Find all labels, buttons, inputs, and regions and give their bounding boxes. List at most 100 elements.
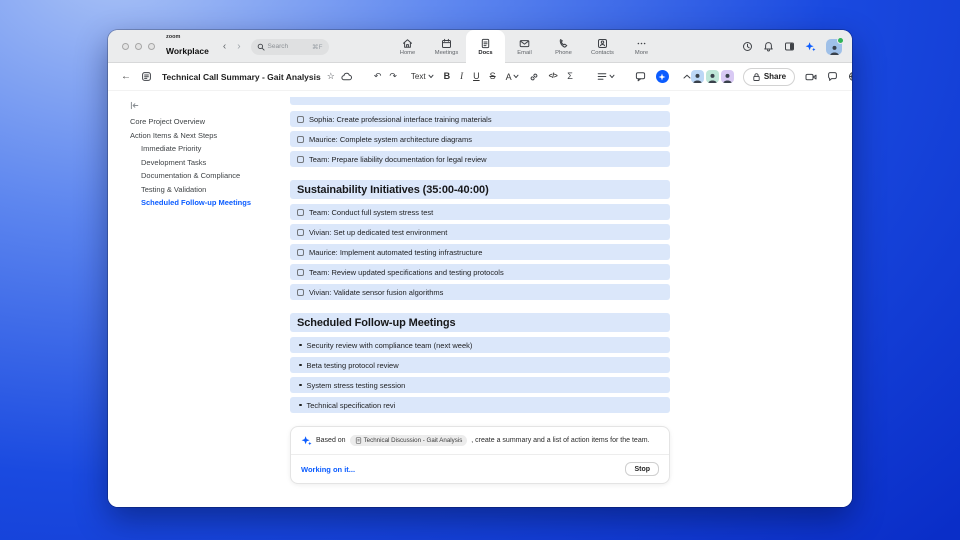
todo-row[interactable]: Vivian: Validate sensor fusion algorithm… [290, 284, 670, 300]
underline-button[interactable]: U [473, 72, 480, 81]
docs-home-icon[interactable] [141, 71, 152, 82]
bullet-row[interactable]: System stress testing session [290, 377, 670, 393]
collaborator-3-avatar[interactable] [720, 70, 734, 83]
minimize-window-button[interactable] [135, 43, 142, 50]
link-icon[interactable] [529, 72, 539, 82]
todo-row[interactable]: Team: Conduct full system stress test [290, 204, 670, 220]
bullet-row[interactable]: Beta testing protocol review [290, 357, 670, 373]
window-controls [108, 43, 155, 50]
todo-row[interactable]: Maurice: Complete system architecture di… [290, 131, 670, 147]
source-doc-chip[interactable]: Technical Discussion - Gait Analysis [349, 435, 468, 446]
tab-phone[interactable]: Phone [544, 30, 583, 63]
text-color-dropdown[interactable]: A [506, 72, 519, 82]
chevron-down-icon [428, 74, 434, 79]
outline-item[interactable]: Documentation & Compliance [130, 169, 280, 183]
todo-row[interactable]: Vivian: Set up dedicated test environmen… [290, 224, 670, 240]
close-window-button[interactable] [122, 43, 129, 50]
todo-row[interactable]: Sophia: Create professional interface tr… [290, 111, 670, 127]
checkbox-icon[interactable] [297, 248, 304, 256]
bold-button[interactable]: B [444, 72, 451, 81]
checkbox-icon[interactable] [297, 268, 304, 276]
partially-visible-row[interactable] [290, 97, 670, 105]
history-icon[interactable] [742, 41, 753, 52]
text-style-label: Text [410, 72, 426, 81]
collaborator-1-avatar[interactable] [690, 70, 704, 83]
sparkle-white-icon [658, 72, 666, 81]
share-label: Share [763, 72, 787, 81]
italic-button[interactable]: I [460, 72, 463, 81]
doc-content-area: Core Project Overview Action Items & Next… [108, 91, 852, 507]
heading-row[interactable]: Sustainability Initiatives (35:00-40:00) [290, 180, 670, 199]
checkbox-icon[interactable] [297, 228, 304, 236]
more-icon [636, 38, 647, 49]
ai-prompt-row: Based on Technical Discussion - Gait Ana… [291, 427, 669, 454]
lock-icon [752, 72, 761, 82]
sidebar-toggle-icon[interactable] [784, 41, 795, 52]
code-button[interactable]: </> [549, 73, 558, 80]
tab-more[interactable]: More [622, 30, 661, 63]
tab-docs[interactable]: Docs [466, 30, 505, 63]
app-titlebar: zoom Workplace ‹ › Search ⌘F Home Meeting… [108, 30, 852, 63]
nav-forward-icon[interactable]: › [237, 41, 240, 52]
checkbox-icon[interactable] [297, 208, 304, 216]
logo-workplace-text: Workplace [166, 45, 209, 56]
comment-icon[interactable] [635, 71, 646, 82]
chat-icon[interactable] [827, 71, 838, 82]
redo-icon[interactable]: ↷ [389, 72, 397, 81]
todo-row[interactable]: Team: Review updated specifications and … [290, 264, 670, 280]
start-video-icon[interactable] [805, 72, 817, 82]
outline-item[interactable]: Development Tasks [130, 156, 280, 170]
collaborator-avatars [690, 70, 734, 83]
collapse-toolbar-icon[interactable] [683, 74, 691, 79]
align-dropdown[interactable] [597, 72, 615, 81]
globe-icon[interactable] [848, 71, 852, 82]
stop-button[interactable]: Stop [625, 462, 659, 476]
user-avatar[interactable] [826, 36, 844, 55]
star-favorite-icon[interactable]: ☆ [327, 72, 335, 81]
heading-row[interactable]: Scheduled Follow-up Meetings [290, 313, 670, 332]
share-button[interactable]: Share [742, 67, 796, 86]
row-text: Maurice: Complete system architecture di… [309, 134, 472, 144]
checkbox-icon[interactable] [297, 115, 304, 123]
todo-row[interactable]: Maurice: Implement automated testing inf… [290, 244, 670, 260]
row-text: Vivian: Set up dedicated test environmen… [309, 227, 448, 237]
outline-item[interactable]: Testing & Validation [130, 183, 280, 197]
collapse-outline-icon[interactable] [130, 101, 280, 110]
todo-row[interactable]: Team: Prepare liability documentation fo… [290, 151, 670, 167]
bullet-row[interactable]: Technical specification revi [290, 397, 670, 413]
ai-companion-icon[interactable] [805, 41, 816, 52]
outline-item[interactable]: Immediate Priority [130, 142, 280, 156]
outline-item[interactable]: Core Project Overview [130, 115, 280, 129]
maximize-window-button[interactable] [148, 43, 155, 50]
search-icon [257, 43, 265, 51]
bullet-row[interactable]: Security review with compliance team (ne… [290, 337, 670, 353]
tab-email[interactable]: Email [505, 30, 544, 63]
text-style-dropdown[interactable]: Text [411, 72, 434, 81]
main-nav-tabs: Home Meetings Docs Email Phone Contacts More [388, 30, 661, 63]
person-icon [829, 44, 840, 55]
tab-home[interactable]: Home [388, 30, 427, 63]
ai-companion-button[interactable] [655, 70, 669, 83]
back-icon[interactable]: ← [121, 71, 131, 82]
chevron-down-icon [609, 74, 615, 79]
checkbox-icon[interactable] [297, 135, 304, 143]
undo-icon[interactable]: ↶ [374, 72, 382, 81]
text-color-label: A [505, 71, 512, 82]
strikethrough-button[interactable]: S [490, 72, 496, 81]
tab-contacts[interactable]: Contacts [583, 30, 622, 63]
collaborator-2-avatar[interactable] [705, 70, 719, 83]
outline-sidebar: Core Project Overview Action Items & Next… [108, 91, 280, 507]
formula-button[interactable]: Σ [567, 72, 573, 81]
tab-meetings[interactable]: Meetings [427, 30, 466, 63]
search-input[interactable]: Search ⌘F [250, 38, 329, 55]
tab-label: Home [399, 49, 416, 56]
outline-item[interactable]: Scheduled Follow-up Meetings [130, 196, 280, 210]
nav-back-icon[interactable]: ‹ [223, 41, 226, 52]
checkbox-icon[interactable] [297, 155, 304, 163]
cloud-saved-icon [341, 72, 352, 82]
search-shortcut: ⌘F [312, 43, 323, 51]
zoom-workplace-logo: zoom Workplace [166, 35, 209, 58]
notifications-bell-icon[interactable] [763, 41, 774, 52]
checkbox-icon[interactable] [297, 288, 304, 296]
outline-item[interactable]: Action Items & Next Steps [130, 129, 280, 143]
